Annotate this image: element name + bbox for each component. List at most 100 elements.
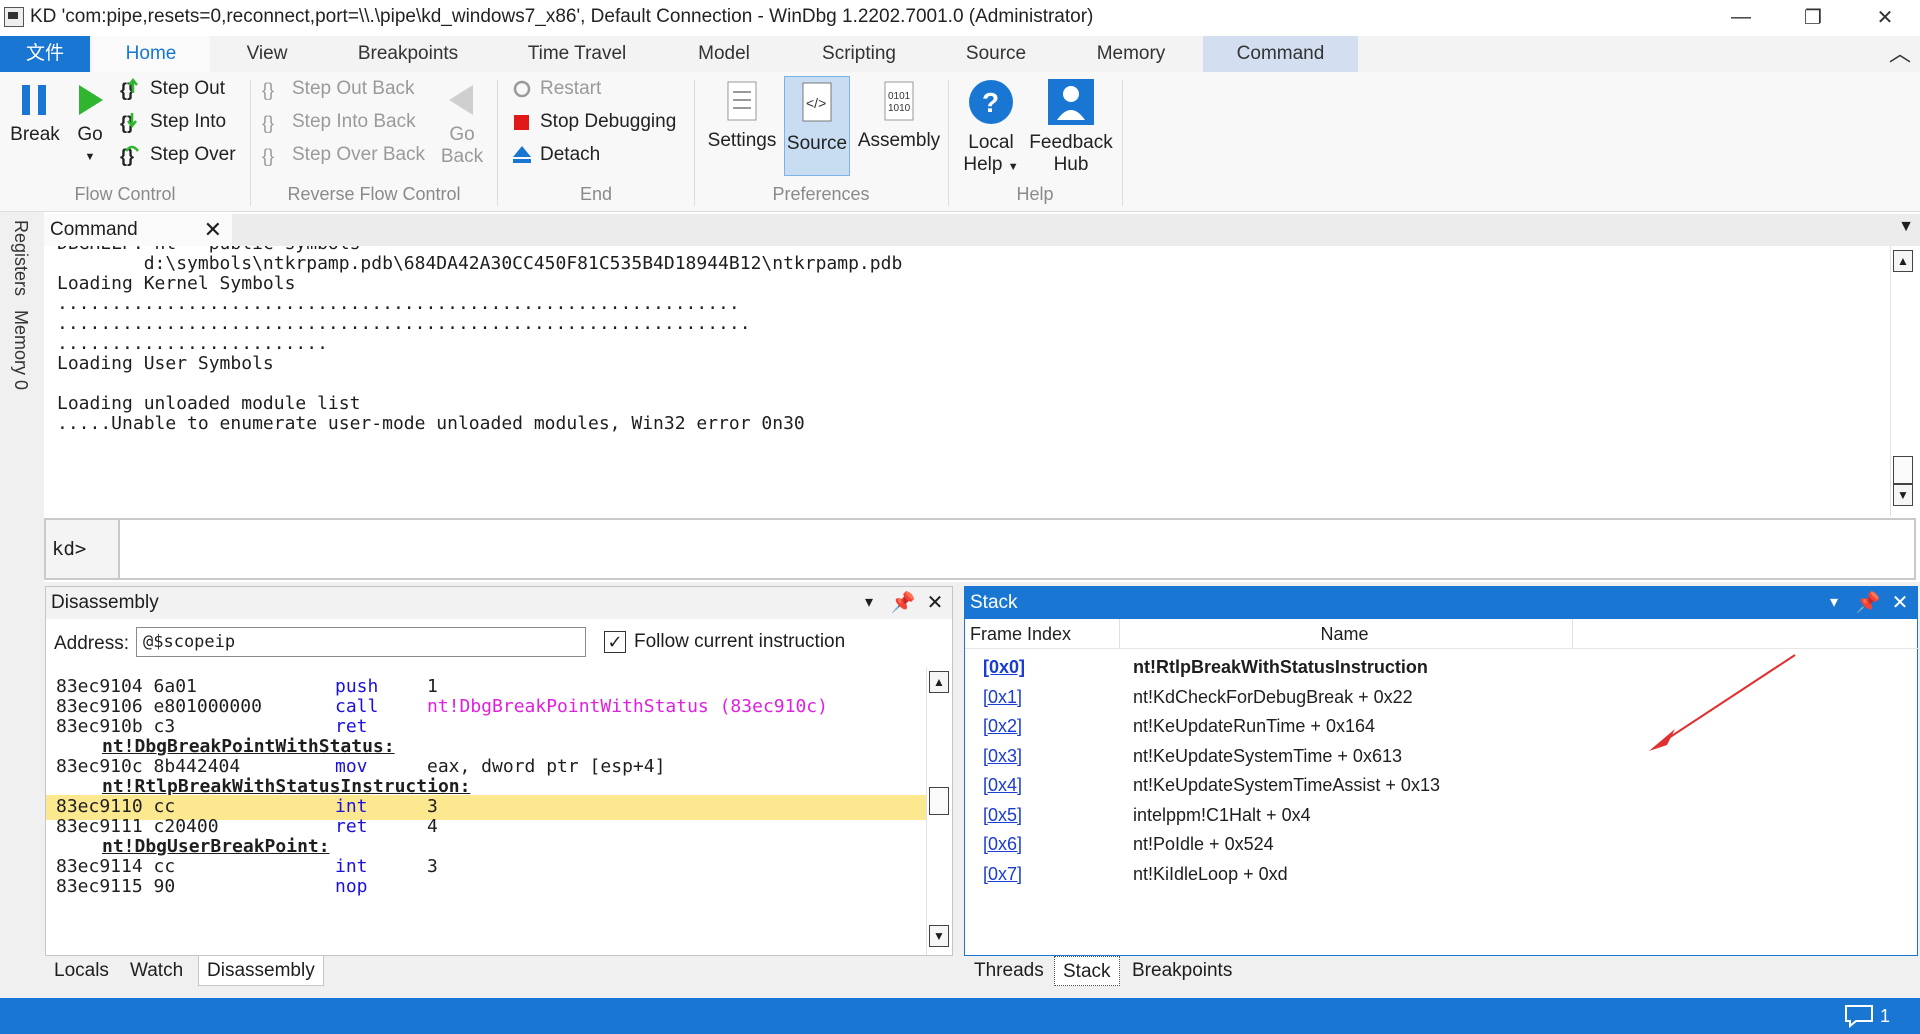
group-label-help: Help	[1016, 184, 1054, 204]
output-line: Loading unloaded module list	[57, 393, 361, 414]
scrollbar-thumb[interactable]	[929, 787, 949, 815]
command-output: DBGHELP: nt - public symbols d:\symbols\…	[44, 246, 1890, 516]
tab-command-window[interactable]: Command ✕	[44, 214, 232, 246]
tab-source[interactable]: Source	[950, 36, 1042, 72]
source-code-icon: </>	[802, 82, 832, 122]
close-icon[interactable]: ✕	[1885, 587, 1915, 619]
assembly-icon: 01011010	[884, 81, 914, 121]
side-tab-memory[interactable]: Memory 0	[10, 310, 31, 390]
tab-memory[interactable]: Memory	[1080, 36, 1182, 72]
settings-button[interactable]: Settings	[706, 80, 778, 152]
stack-column-headers: Frame Index Name	[965, 619, 1920, 649]
tab-overflow-icon[interactable]: ▼	[1898, 218, 1914, 236]
scroll-down-arrow-icon[interactable]: ▼	[1893, 484, 1913, 506]
tab-model[interactable]: Model	[676, 36, 772, 72]
notifications-button[interactable]: 1	[1844, 1004, 1890, 1028]
tab-breakpoints-window[interactable]: Breakpoints	[1124, 956, 1240, 986]
restore-button[interactable]: ❐	[1778, 0, 1848, 34]
command-tab-bar: Command ✕ ▼	[44, 214, 1920, 246]
go-label: Go	[77, 124, 103, 145]
scroll-up-arrow-icon[interactable]: ▲	[929, 671, 949, 693]
source-label: Source	[786, 133, 848, 154]
tab-locals[interactable]: Locals	[46, 956, 117, 986]
feedback-hub-icon	[1048, 79, 1094, 125]
break-label: Break	[10, 124, 60, 145]
pin-icon[interactable]: 📌	[1853, 587, 1883, 619]
step-over-back-icon: {}	[262, 143, 286, 167]
step-into-back-button[interactable]: {} Step Into Back	[262, 107, 416, 137]
tab-breakpoints[interactable]: Breakpoints	[340, 36, 476, 72]
collapse-ribbon-icon[interactable]: ︿	[1880, 36, 1920, 72]
output-line: .........................	[57, 333, 328, 354]
red-arrow-annotation	[1649, 654, 1796, 751]
tab-threads[interactable]: Threads	[966, 956, 1052, 986]
assembly-button[interactable]: 0101 1010 Assembly	[856, 80, 942, 152]
group-label-end: End	[579, 184, 613, 204]
step-out-button[interactable]: {} Step Out	[120, 74, 225, 104]
stop-debugging-button[interactable]: Stop Debugging	[510, 107, 676, 137]
title-bar: KD 'com:pipe,resets=0,reconnect,port=\\.…	[0, 0, 1920, 34]
tab-stack[interactable]: Stack	[1054, 956, 1120, 986]
tab-home[interactable]: Home	[92, 36, 210, 72]
restart-button[interactable]: Restart	[510, 74, 601, 104]
step-into-back-label: Step Into Back	[292, 111, 416, 132]
column-frame-index[interactable]: Frame Index	[970, 619, 1120, 649]
source-mode-button[interactable]: </> Source	[784, 76, 850, 176]
restart-icon	[510, 77, 534, 101]
disassembly-line[interactable]: 83ec9115 90 nop	[46, 875, 934, 900]
chevron-down-icon: ▼	[1007, 161, 1019, 173]
disassembly-scrollbar[interactable]: ▲ ▼	[926, 667, 952, 955]
follow-instruction-checkbox[interactable]: ✓	[604, 631, 626, 653]
step-out-back-button[interactable]: {} Step Out Back	[262, 74, 415, 104]
step-into-icon: {}	[120, 110, 144, 134]
step-into-label: Step Into	[150, 111, 227, 132]
svg-text:</>: </>	[806, 95, 826, 111]
feedback-hub-button[interactable]: Feedback Hub	[1028, 78, 1114, 176]
detach-button[interactable]: Detach	[510, 140, 600, 170]
dropdown-icon[interactable]: ▾	[854, 587, 884, 619]
tab-file[interactable]: 文件	[0, 36, 90, 72]
break-button[interactable]: Break	[6, 82, 64, 146]
ribbon-separator	[497, 80, 498, 206]
tab-disassembly[interactable]: Disassembly	[198, 956, 324, 986]
group-label-reverse-flow: Reverse Flow Control	[287, 184, 461, 204]
local-help-button[interactable]: ? Local Help ▼	[960, 78, 1022, 178]
step-over-icon: {}	[120, 143, 144, 167]
stop-debugging-label: Stop Debugging	[540, 111, 677, 132]
column-name[interactable]: Name	[1117, 619, 1573, 649]
dropdown-icon[interactable]: ▾	[1819, 587, 1849, 619]
step-over-back-button[interactable]: {} Step Over Back	[262, 140, 425, 170]
go-back-button[interactable]: Go Back	[438, 82, 486, 168]
scroll-up-arrow-icon[interactable]: ▲	[1893, 250, 1913, 272]
close-icon[interactable]: ✕	[920, 587, 950, 619]
step-over-button[interactable]: {} Step Over	[120, 140, 236, 170]
address-input[interactable]: @$scopeip	[136, 627, 586, 657]
detach-label: Detach	[540, 144, 601, 165]
group-label-preferences: Preferences	[772, 184, 870, 204]
reverse-play-icon	[449, 85, 473, 115]
scrollbar-thumb[interactable]	[1893, 456, 1913, 484]
close-icon[interactable]: ✕	[204, 214, 222, 246]
go-button[interactable]: Go ▼	[70, 82, 110, 168]
settings-icon	[727, 81, 757, 121]
window-title: KD 'com:pipe,resets=0,reconnect,port=\\.…	[30, 6, 1094, 27]
tab-command[interactable]: Command	[1203, 36, 1358, 72]
command-scrollbar[interactable]: ▲ ▼	[1890, 246, 1916, 516]
group-label-flow-control: Flow Control	[74, 184, 176, 204]
minimize-button[interactable]: —	[1706, 0, 1776, 34]
stack-frame-row[interactable]: [0x7] nt!KiIdleLoop + 0xd	[965, 856, 1920, 892]
command-input-row: kd>	[44, 518, 1916, 580]
command-input[interactable]	[122, 520, 1914, 578]
step-out-label: Step Out	[150, 78, 225, 99]
step-into-button[interactable]: {} Step Into	[120, 107, 226, 137]
disassembly-listing: 83ec9104 6a01 push 1 83ec9106 e801000000 cal…	[46, 675, 934, 951]
pin-icon[interactable]: 📌	[888, 587, 918, 619]
tab-scripting[interactable]: Scripting	[800, 36, 918, 72]
scroll-down-arrow-icon[interactable]: ▼	[929, 925, 949, 947]
side-tab-registers[interactable]: Registers	[10, 220, 31, 296]
close-button[interactable]: ✕	[1850, 0, 1920, 34]
tab-view[interactable]: View	[222, 36, 312, 72]
frame-index-link[interactable]: [0x7]	[983, 856, 1022, 892]
tab-time-travel[interactable]: Time Travel	[514, 36, 640, 72]
tab-watch[interactable]: Watch	[122, 956, 191, 986]
